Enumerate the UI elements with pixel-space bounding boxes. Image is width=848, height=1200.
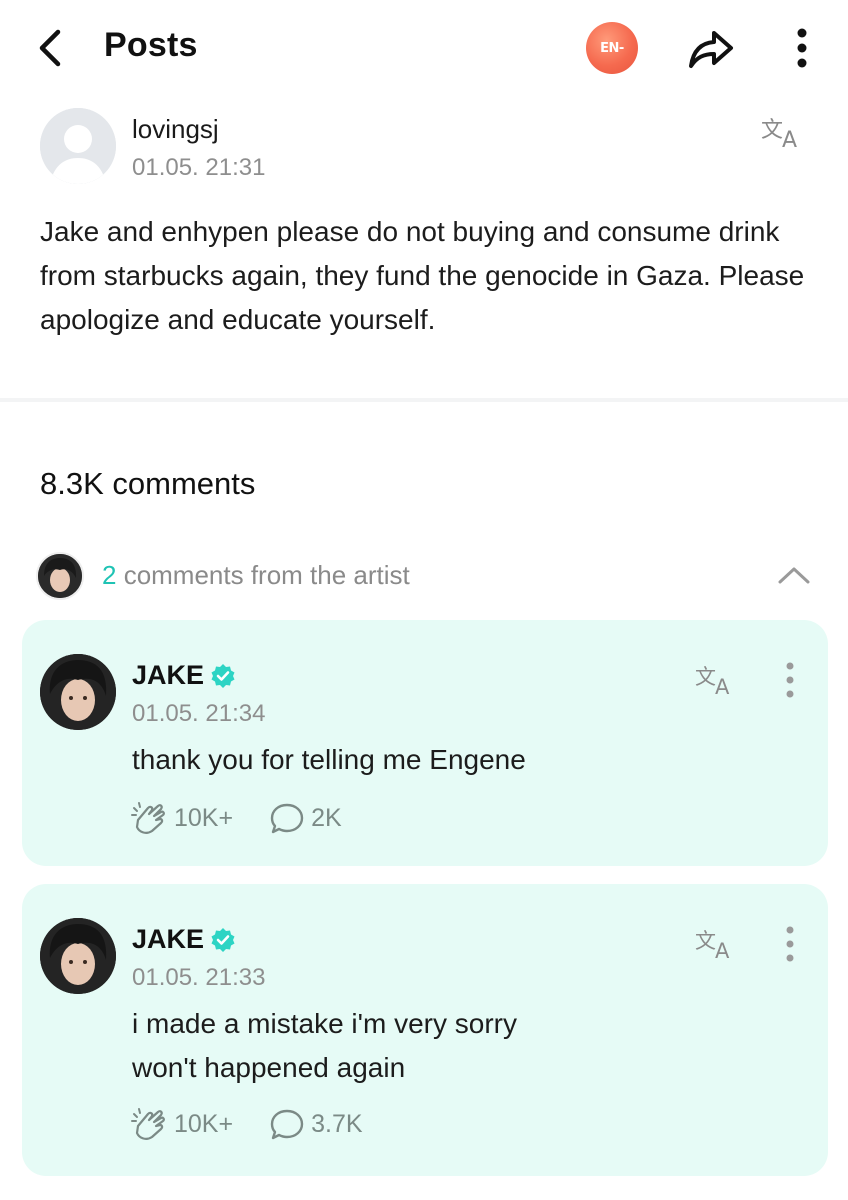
comment-author-name[interactable]: JAKE xyxy=(132,924,204,955)
post-author-avatar[interactable] xyxy=(40,108,116,184)
speech-bubble-icon xyxy=(270,803,304,834)
like-count: 10K+ xyxy=(174,1109,234,1138)
back-button[interactable] xyxy=(30,26,70,70)
post-body-text: Jake and enhypen please do not buying an… xyxy=(40,216,805,335)
cheer-hand-icon xyxy=(131,802,165,834)
cheer-hand-icon xyxy=(131,1108,165,1140)
svg-text:文: 文 xyxy=(761,118,783,143)
artist-comments-count: 2 xyxy=(102,560,117,590)
comment-timestamp: 01.05. 21:33 xyxy=(132,964,266,991)
avatar[interactable] xyxy=(40,918,116,994)
artist-comment-card: JAKE 01.05. 21:33 文 A i made a mistake i… xyxy=(22,884,828,1176)
comment-text: thank you for telling me Engene xyxy=(132,744,526,775)
comment-text: i made a mistake i'm very sorry won't ha… xyxy=(132,1008,517,1083)
reply-count: 2K xyxy=(311,803,342,832)
artist-comments-label: 2 comments from the artist xyxy=(102,560,410,591)
svg-text:A: A xyxy=(782,128,797,152)
like-button[interactable]: 10K+ xyxy=(130,1106,233,1142)
artist-comment-card: JAKE 01.05. 21:34 文 A thank you for tell… xyxy=(22,620,828,866)
community-badge-label: EN- xyxy=(600,40,624,56)
speech-bubble-icon xyxy=(270,1109,304,1140)
translate-comment-button[interactable]: 文 A xyxy=(694,660,740,699)
translate-post-button[interactable]: 文 A xyxy=(760,112,808,153)
share-icon xyxy=(689,31,733,68)
comment-more-button[interactable] xyxy=(778,924,802,964)
translate-icon: 文 A xyxy=(695,665,730,699)
comment-actions: 10K+ 2K xyxy=(130,800,376,836)
more-vertical-icon xyxy=(797,28,807,68)
post-timestamp: 01.05. 21:31 xyxy=(132,154,266,181)
post-author-name[interactable]: lovingsj xyxy=(132,114,219,145)
section-divider xyxy=(0,398,848,402)
community-badge-button[interactable]: EN- xyxy=(586,22,638,74)
translate-comment-button[interactable]: 文 A xyxy=(694,924,740,963)
translate-icon: 文 A xyxy=(695,929,730,963)
verified-badge-icon xyxy=(211,927,235,952)
like-button[interactable]: 10K+ xyxy=(130,800,233,836)
comment-author-row: JAKE xyxy=(132,660,236,691)
more-vertical-icon xyxy=(786,926,794,962)
more-options-button[interactable] xyxy=(788,26,816,70)
comment-timestamp: 01.05. 21:34 xyxy=(132,700,266,727)
reply-button[interactable]: 2K xyxy=(267,800,342,836)
svg-text:A: A xyxy=(715,675,730,698)
artist-avatar xyxy=(36,552,84,600)
top-bar: Posts EN- xyxy=(0,0,848,96)
page-title: Posts xyxy=(104,26,198,64)
svg-text:文: 文 xyxy=(695,665,716,689)
comment-actions: 10K+ 3.7K xyxy=(130,1106,397,1142)
chevron-up-icon xyxy=(778,567,810,584)
reply-button[interactable]: 3.7K xyxy=(267,1106,363,1142)
svg-text:文: 文 xyxy=(695,929,716,953)
artist-comments-toggle[interactable]: 2 comments from the artist xyxy=(32,546,822,606)
chevron-left-icon xyxy=(39,29,61,67)
artist-comments-text: comments from the artist xyxy=(116,560,410,590)
comment-author-row: JAKE xyxy=(132,924,236,955)
like-count: 10K+ xyxy=(174,803,234,832)
comment-more-button[interactable] xyxy=(778,660,802,700)
default-avatar-icon xyxy=(40,108,116,184)
more-vertical-icon xyxy=(786,662,794,698)
share-button[interactable] xyxy=(686,24,736,74)
svg-text:A: A xyxy=(715,939,730,962)
reply-count: 3.7K xyxy=(311,1109,363,1138)
verified-badge-icon xyxy=(211,663,235,688)
comments-count: 8.3K comments xyxy=(40,466,256,501)
comment-author-name[interactable]: JAKE xyxy=(132,660,204,691)
avatar[interactable] xyxy=(40,654,116,730)
translate-icon: 文 A xyxy=(761,118,797,153)
